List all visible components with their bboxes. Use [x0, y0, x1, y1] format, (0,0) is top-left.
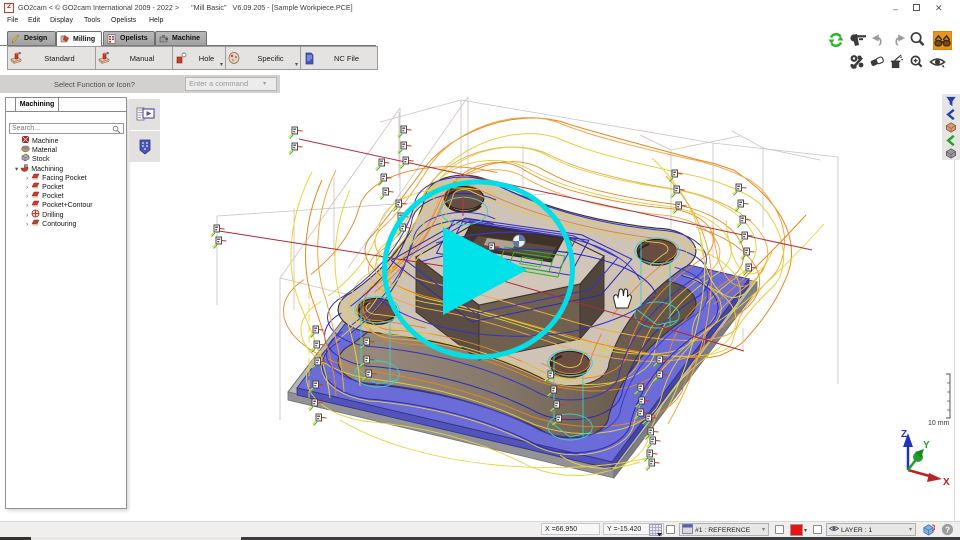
svg-text:Z: Z: [901, 429, 907, 440]
svg-text:?: ?: [945, 524, 950, 534]
svg-text:Y: Y: [923, 440, 930, 451]
svg-text:X: X: [943, 477, 950, 488]
